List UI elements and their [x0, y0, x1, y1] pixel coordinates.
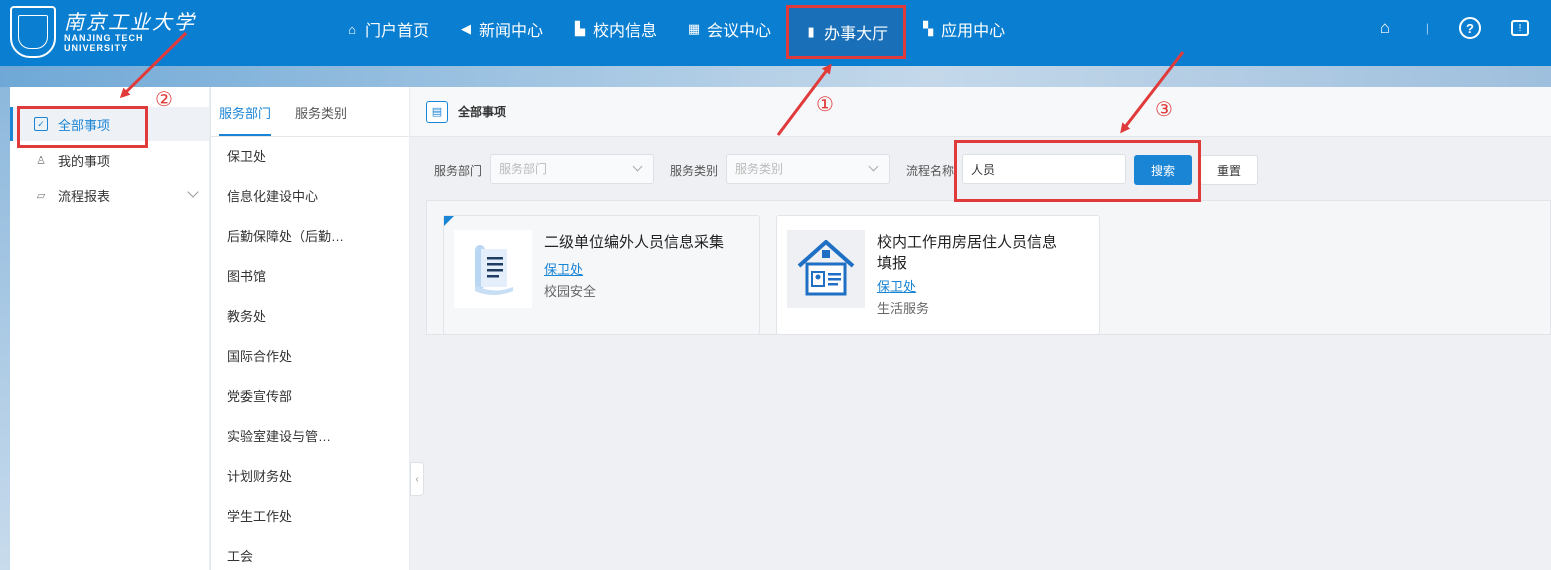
breadcrumb-title: 全部事项 [458, 105, 507, 119]
department-item[interactable]: 党委宣传部 [211, 377, 409, 417]
card-department-link[interactable]: 保卫处 [544, 259, 583, 278]
main-content: ▤ 全部事项 服务部门 服务部门 服务类别 服务类别 流程名称 搜索 重置 [410, 87, 1551, 570]
user-icon: ♙ [36, 154, 46, 167]
nav-news-center[interactable]: ◀ 新闻中心 [444, 0, 558, 58]
chevron-down-icon [868, 161, 879, 172]
checkbox-icon: ✓ [34, 117, 48, 131]
category-select[interactable]: 服务类别 [726, 154, 890, 184]
university-seal-icon [10, 6, 56, 58]
service-card[interactable]: 校内工作用房居住人员信息 填报 保卫处 生活服务 [776, 215, 1100, 335]
help-icon[interactable]: ? [1459, 17, 1481, 39]
breadcrumb: ▤ 全部事项 [410, 87, 1551, 137]
home-outline-icon: ⌂ [348, 21, 356, 37]
department-item[interactable]: 学生工作处 [211, 497, 409, 537]
department-item[interactable]: 图书馆 [211, 257, 409, 297]
department-tabs: 服务部门 服务类别 [211, 87, 409, 137]
department-list: 保卫处 信息化建设中心 后勤保障处（后勤… 图书馆 教务处 国际合作处 党委宣传… [211, 137, 409, 570]
department-item[interactable]: 国际合作处 [211, 337, 409, 377]
card-title: 二级单位编外人员信息采集 [544, 234, 725, 251]
bag-icon: ▮ [807, 24, 815, 39]
card-title: 校内工作用房居住人员信息 填报 [877, 234, 1058, 272]
department-item[interactable]: 保卫处 [211, 137, 409, 177]
table-icon: ▦ [687, 21, 701, 36]
annotation-number-3: ③ [1155, 97, 1173, 121]
nav-app-center[interactable]: ▚ 应用中心 [906, 0, 1020, 58]
process-name-label: 流程名称 [906, 164, 955, 178]
top-header: 南京工业大学 NANJING TECH UNIVERSITY ⌂ 门户首页 ◀ … [0, 0, 1551, 66]
tab-service-department[interactable]: 服务部门 [219, 87, 272, 136]
annotation-number-1: ① [816, 92, 834, 116]
department-item[interactable]: 计划财务处 [211, 457, 409, 497]
document-icon: ▤ [426, 100, 448, 123]
nav-campus-info[interactable]: ▙ 校内信息 [558, 0, 672, 58]
department-item[interactable]: 工会 [211, 537, 409, 570]
collapse-panel-handle[interactable]: ‹ [410, 462, 424, 496]
category-filter-label: 服务类别 [670, 164, 719, 178]
home-icon[interactable]: ⌂ [1374, 17, 1396, 39]
building-icon: ▙ [575, 21, 586, 36]
search-button[interactable]: 搜索 [1134, 155, 1192, 185]
document-scroll-icon [454, 230, 532, 308]
logo-chinese-name: 南京工业大学 [64, 10, 196, 34]
logo-english-line2: UNIVERSITY [64, 43, 129, 53]
reset-button[interactable]: 重置 [1200, 155, 1258, 185]
nav-service-hall[interactable]: ▮ 办事大厅 [786, 5, 907, 59]
header-divider: | [1425, 21, 1429, 35]
service-card-list: 二级单位编外人员信息采集 保卫处 校园安全 校内工作用房居住人员信息 填报 保卫… [426, 200, 1551, 335]
chevron-left-icon: ‹ [415, 473, 419, 485]
corner-marker [444, 216, 454, 226]
chart-icon: ▱ [36, 189, 46, 202]
card-category: 生活服务 [877, 301, 930, 316]
banner-image-strip [0, 66, 1551, 87]
logo-english-line1: NANJING TECH [64, 33, 144, 43]
chevron-down-icon [187, 186, 199, 198]
nav-portal-home[interactable]: ⌂ 门户首页 [330, 0, 444, 58]
dept-filter-label: 服务部门 [434, 164, 483, 178]
card-department-link[interactable]: 保卫处 [877, 276, 916, 295]
left-menu: ✓ 全部事项 ♙ 我的事项 ▱ 流程报表 [10, 87, 209, 570]
department-panel: 服务部门 服务类别 保卫处 信息化建设中心 后勤保障处（后勤… 图书馆 教务处 … [210, 87, 409, 570]
menu-item-all-matters[interactable]: ✓ 全部事项 [10, 107, 209, 141]
background-decoration [0, 87, 10, 570]
annotation-number-2: ② [155, 87, 173, 111]
service-card[interactable]: 二级单位编外人员信息采集 保卫处 校园安全 [443, 215, 760, 335]
university-logo[interactable]: 南京工业大学 NANJING TECH UNIVERSITY [10, 6, 196, 58]
menu-item-process-reports[interactable]: ▱ 流程报表 [10, 178, 209, 212]
chevron-down-icon [632, 161, 643, 172]
house-id-card-icon [787, 230, 865, 308]
message-icon[interactable]: ! [1511, 20, 1529, 36]
header-right-icons: ⌂ | ? ! [1344, 17, 1529, 39]
filter-bar: 服务部门 服务部门 服务类别 服务类别 流程名称 搜索 重置 [410, 154, 1551, 186]
main-nav: ⌂ 门户首页 ◀ 新闻中心 ▙ 校内信息 ▦ 会议中心 ▮ 办事大厅 ▚ 应用中… [330, 0, 1020, 66]
department-item[interactable]: 教务处 [211, 297, 409, 337]
menu-item-my-matters[interactable]: ♙ 我的事项 [10, 143, 209, 177]
nav-meeting-center[interactable]: ▦ 会议中心 [672, 0, 786, 58]
grid-icon: ▚ [923, 21, 934, 36]
process-name-input[interactable] [962, 154, 1126, 184]
speaker-icon: ◀ [461, 21, 472, 36]
tab-service-category[interactable]: 服务类别 [295, 87, 347, 136]
department-item[interactable]: 后勤保障处（后勤… [211, 217, 409, 257]
department-item[interactable]: 信息化建设中心 [211, 177, 409, 217]
card-category: 校园安全 [544, 284, 597, 299]
department-item[interactable]: 实验室建设与管… [211, 417, 409, 457]
dept-select[interactable]: 服务部门 [490, 154, 654, 184]
